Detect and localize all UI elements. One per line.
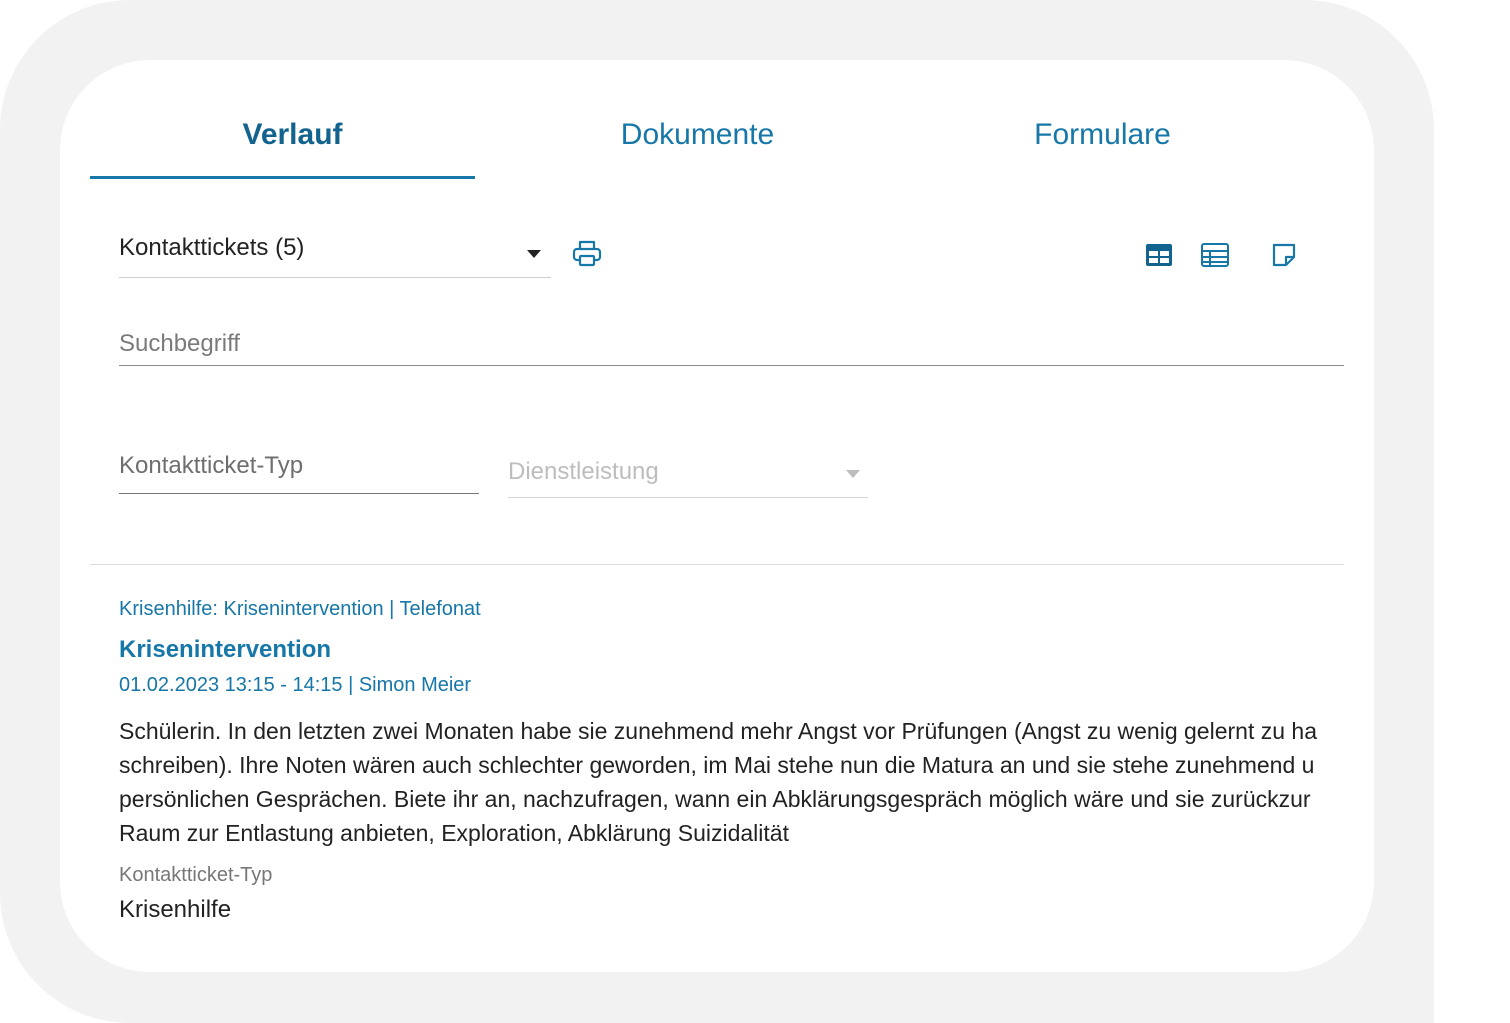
tab-verlauf[interactable]: Verlauf [90, 60, 495, 180]
entry-body-line: schreiben). Ihre Noten wären auch schlec… [119, 752, 1315, 778]
tab-bar: Verlauf Dokumente Formulare [90, 60, 1344, 180]
outer-frame: Verlauf Dokumente Formulare Kontaktticke… [0, 0, 1434, 1023]
entry-body-line: Schülerin. In den letzten zwei Monaten h… [119, 718, 1317, 744]
entry-date-author: 01.02.2023 13:15 - 14:15 | Simon Meier [119, 674, 472, 696]
active-tab-indicator [90, 176, 475, 179]
divider [90, 564, 1344, 565]
printer-icon[interactable] [571, 238, 603, 270]
entry-type-value: Krisenhilfe [119, 896, 232, 923]
table-view-outline-icon[interactable] [1200, 240, 1230, 270]
tab-formulare[interactable]: Formulare [900, 60, 1305, 180]
chevron-down-icon [527, 250, 541, 258]
main-card: Verlauf Dokumente Formulare Kontaktticke… [60, 60, 1374, 972]
tab-dokumente[interactable]: Dokumente [495, 60, 900, 180]
note-icon[interactable] [1269, 240, 1299, 270]
search-input[interactable] [119, 322, 1344, 366]
ticket-type-label: Kontaktticket-Typ [119, 452, 304, 479]
entry-body: Schülerin. In den letzten zwei Monaten h… [119, 714, 1345, 850]
list-item[interactable]: Krisenhilfe: Krisenintervention | Telefo… [119, 598, 1345, 924]
entry-body-line: persönlichen Gesprächen. Biete ihr an, n… [119, 786, 1311, 812]
ticket-filter-select[interactable]: Kontakttickets (5) [119, 230, 551, 278]
ticket-type-field[interactable]: Kontaktticket-Typ [119, 448, 479, 494]
entry-body-line: Raum zur Entlastung anbieten, Exploratio… [119, 820, 789, 846]
entry-title[interactable]: Krisenintervention [119, 636, 1345, 666]
service-label: Dienstleistung [508, 458, 659, 485]
table-view-filled-icon[interactable] [1144, 240, 1174, 270]
ticket-filter-value: Kontakttickets (5) [119, 234, 305, 261]
service-select[interactable]: Dienstleistung [508, 452, 868, 498]
entry-category: Krisenhilfe: Krisenintervention | Telefo… [119, 598, 481, 620]
entry-type-label: Kontaktticket-Typ [119, 864, 273, 886]
chevron-down-icon [846, 470, 860, 478]
